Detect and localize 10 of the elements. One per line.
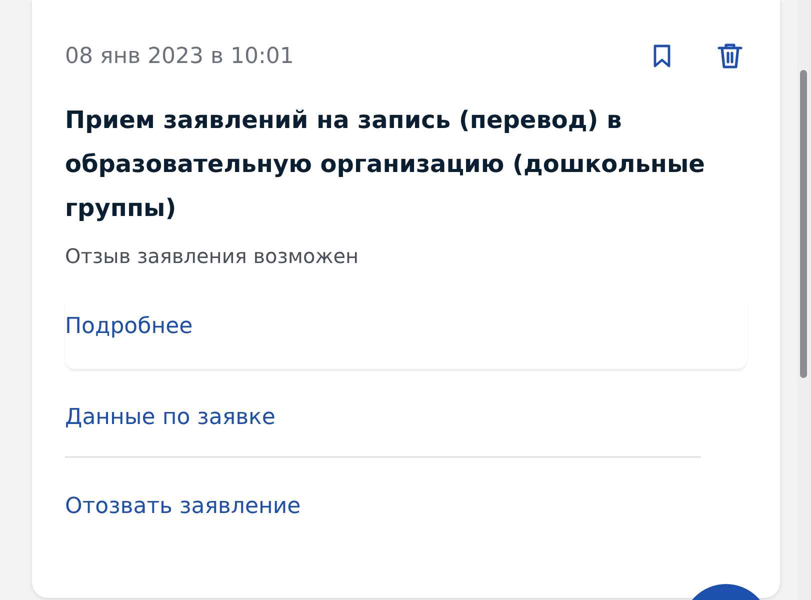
trash-icon [717, 42, 743, 70]
action-link[interactable]: Подробнее [65, 314, 193, 339]
application-title: Прием заявлений на запись (перевод) в образовательную организацию (дошкольные группы) [65, 105, 705, 224]
action-link[interactable]: Данные по заявке [65, 405, 276, 430]
action-link[interactable]: Отозвать заявление [65, 494, 301, 519]
scrollbar-thumb[interactable] [800, 70, 807, 378]
application-status: Отзыв заявления возможен [65, 244, 360, 268]
application-date: 08 янв 2023 в 10:01 [65, 44, 295, 68]
bookmark-icon [653, 44, 671, 68]
scrollbar[interactable] [797, 0, 811, 600]
